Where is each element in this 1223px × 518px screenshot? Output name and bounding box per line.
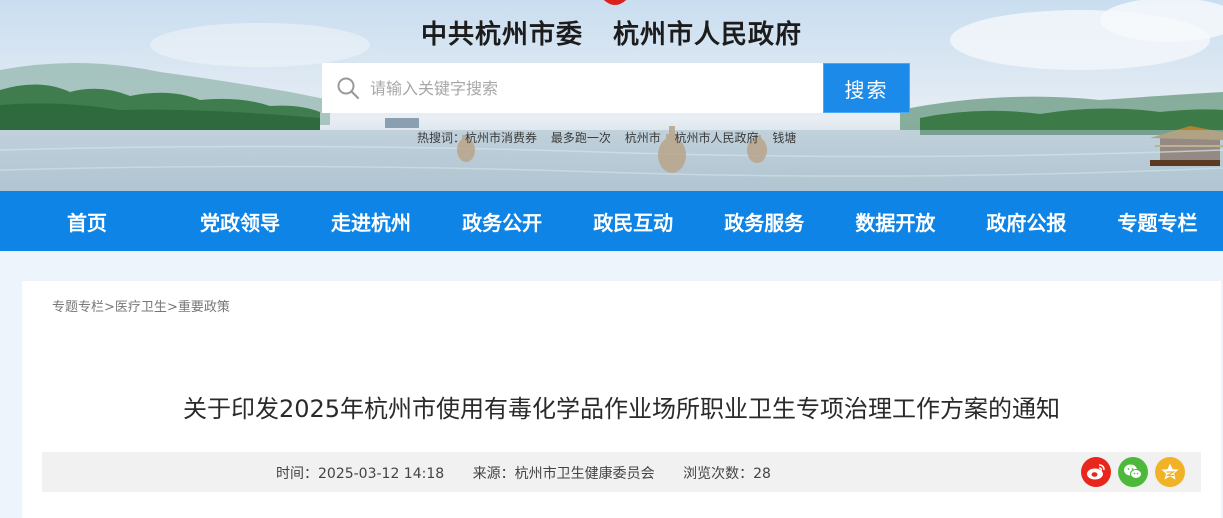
breadcrumb: 专题专栏>医疗卫生>重要政策 [52, 296, 230, 315]
view-count: 28 [753, 466, 771, 482]
party-emblem-icon [603, 0, 627, 5]
qzone-icon [1161, 463, 1179, 480]
nav-item-interaction[interactable]: 政民互动 [568, 191, 699, 251]
breadcrumb-separator: > [104, 300, 115, 315]
nav-item-government-affairs[interactable]: 政务公开 [437, 191, 568, 251]
site-title-government: 杭州市人民政府 [613, 20, 803, 50]
share-weibo-button[interactable] [1081, 457, 1111, 487]
breadcrumb-link[interactable]: 重要政策 [178, 300, 230, 315]
header-banner: 中共杭州市委 杭州市人民政府 搜索 热搜词：杭州市消费券 最多跑一次 杭州市 杭… [0, 0, 1223, 191]
source-label: 来源： [472, 466, 515, 482]
site-title-party: 中共杭州市委 [420, 20, 583, 50]
nav-item-leadership[interactable]: 党政领导 [174, 191, 305, 251]
hot-word-link[interactable]: 最多跑一次 [551, 131, 611, 145]
hot-word-link[interactable]: 杭州市消费券 [465, 131, 537, 145]
article-panel: 专题专栏>医疗卫生>重要政策 关于印发2025年杭州市使用有毒化学品作业场所职业… [22, 281, 1221, 518]
hot-word-link[interactable]: 杭州市 [625, 131, 661, 145]
hot-word-link[interactable]: 杭州市人民政府 [675, 131, 759, 145]
nav-item-open-data[interactable]: 数据开放 [830, 191, 961, 251]
nav-item-gazette[interactable]: 政府公报 [961, 191, 1092, 251]
views-label: 浏览次数： [683, 466, 754, 482]
nav-item-about-hangzhou[interactable]: 走进杭州 [306, 191, 437, 251]
publish-time: 2025-03-12 14:18 [318, 466, 445, 482]
main-nav: 首页 党政领导 走进杭州 政务公开 政民互动 政务服务 数据开放 政府公报 专题… [0, 191, 1223, 251]
hot-search-words: 热搜词：杭州市消费券 最多跑一次 杭州市 杭州市人民政府 钱塘 [417, 129, 806, 146]
article-source: 杭州市卫生健康委员会 [514, 466, 655, 482]
share-qzone-button[interactable] [1155, 457, 1185, 487]
weibo-icon [1087, 464, 1105, 480]
breadcrumb-separator: > [166, 300, 178, 315]
nav-item-special-topics[interactable]: 专题专栏 [1092, 191, 1223, 251]
hot-search-label: 热搜词： [417, 131, 466, 145]
breadcrumb-link[interactable]: 专题专栏 [52, 300, 104, 315]
search-button[interactable]: 搜索 [823, 63, 910, 113]
nav-item-home[interactable]: 首页 [0, 191, 174, 251]
nav-item-services[interactable]: 政务服务 [699, 191, 830, 251]
share-wechat-button[interactable] [1118, 457, 1148, 487]
time-label: 时间： [276, 466, 318, 482]
site-title: 中共杭州市委 杭州市人民政府 [0, 14, 1223, 51]
breadcrumb-link[interactable]: 医疗卫生 [115, 300, 167, 315]
article-title: 关于印发2025年杭州市使用有毒化学品作业场所职业卫生专项治理工作方案的通知 [182, 395, 1061, 423]
search-input[interactable] [368, 64, 812, 112]
article-meta-bar: 时间：2025-03-12 14:18 来源：杭州市卫生健康委员会 浏览次数：2… [42, 452, 1201, 492]
search-icon [337, 77, 360, 100]
article-meta: 时间：2025-03-12 14:18 来源：杭州市卫生健康委员会 浏览次数：2… [276, 463, 795, 483]
wechat-icon [1124, 464, 1142, 479]
hot-word-link[interactable]: 钱塘 [772, 131, 796, 145]
search-box [322, 63, 823, 113]
